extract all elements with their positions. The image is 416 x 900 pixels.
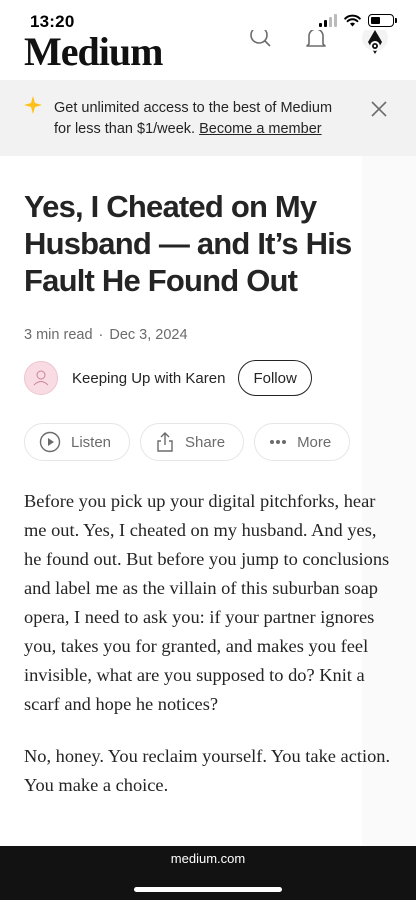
more-icon [270,440,287,444]
become-member-link[interactable]: Become a member [199,121,322,137]
play-icon [39,431,61,453]
banner-text: Get unlimited access to the best of Medi… [54,98,344,140]
share-icon [157,432,173,452]
signal-icon [319,14,337,27]
follow-button[interactable]: Follow [238,360,312,396]
wifi-icon [344,14,361,27]
listen-button[interactable]: Listen [24,423,131,461]
author-avatar-icon [33,370,49,386]
avatar-icon[interactable] [360,30,390,60]
author-row: Keeping Up with Karen Follow [24,360,312,396]
status-time: 13:20 [30,12,75,31]
bell-icon[interactable] [304,30,328,54]
home-indicator[interactable] [134,887,282,892]
author-avatar[interactable] [24,361,58,395]
url-label[interactable]: medium.com [0,851,416,866]
browser-bottom-bar: medium.com [0,846,416,900]
publish-date: Dec 3, 2024 [109,327,188,343]
author-name[interactable]: Keeping Up with Karen [72,370,225,387]
paragraph-2: No, honey. You reclaim yourself. You tak… [24,746,391,795]
close-icon[interactable] [368,98,390,120]
article-title: Yes, I Cheated on My Husband — and It’s … [24,189,352,298]
article-meta: 3 min read · Dec 3, 2024 [24,327,188,343]
listen-label: Listen [71,433,112,451]
read-time: 3 min read [24,327,93,343]
share-button[interactable]: Share [140,423,245,461]
article-body: Before you pick up your digital pitchfor… [24,487,396,823]
search-icon[interactable] [248,30,272,54]
top-nav: Medium [0,30,416,80]
medium-logo[interactable]: Medium [24,30,163,75]
article-actions: Listen Share More [24,423,351,461]
paragraph-1: Before you pick up your digital pitchfor… [24,491,390,714]
share-label: Share [185,433,226,451]
meta-separator: · [98,327,104,343]
sparkle-icon [24,96,42,114]
membership-banner: Get unlimited access to the best of Medi… [0,80,416,156]
battery-icon [368,14,397,27]
status-icons [319,14,397,27]
more-label: More [297,433,332,451]
more-button[interactable]: More [254,423,351,461]
